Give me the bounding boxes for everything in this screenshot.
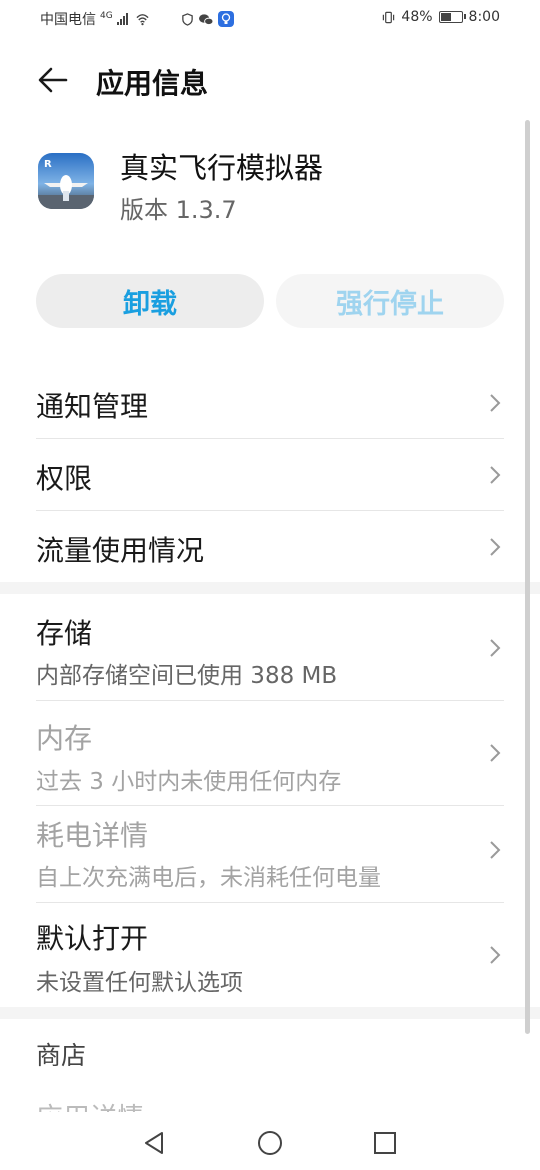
carrier-label: 中国电信	[40, 12, 96, 28]
notification-app-icon	[217, 11, 234, 27]
section-separator	[0, 1007, 540, 1019]
app-version: 版本 1.3.7	[120, 196, 237, 224]
list-item-open-by-default[interactable]: 默认打开 未设置任何默认选项	[36, 903, 504, 1007]
row-subtitle: 未设置任何默认选项	[36, 970, 243, 996]
chevron-right-icon	[490, 946, 501, 964]
row-label: 默认打开	[36, 922, 149, 955]
row-label: 耗电详情	[36, 819, 149, 852]
row-label: 权限	[36, 462, 93, 495]
shield-icon	[181, 12, 193, 26]
chevron-right-icon	[490, 744, 501, 762]
svg-text:R: R	[44, 159, 52, 170]
section-separator	[0, 582, 540, 594]
wechat-icon	[198, 13, 214, 25]
list-item-storage[interactable]: 存储 内部存储空间已使用 388 MB	[36, 596, 504, 700]
system-nav-bar	[0, 1112, 540, 1170]
row-label: 内存	[36, 722, 93, 755]
list-item-permissions[interactable]: 权限	[36, 439, 504, 511]
status-left: 中国电信 4G	[40, 9, 234, 29]
vibrate-icon	[383, 11, 395, 23]
chevron-right-icon	[490, 538, 501, 556]
uninstall-button[interactable]: 卸载	[36, 274, 264, 328]
status-right: 48% 8:00	[382, 9, 500, 25]
row-label: 通知管理	[36, 390, 149, 423]
row-label: 流量使用情况	[36, 534, 205, 567]
battery-percent: 48%	[401, 9, 433, 25]
page-title: 应用信息	[96, 67, 209, 100]
list-item-data-usage[interactable]: 流量使用情况	[36, 511, 504, 583]
status-bar: 中国电信 4G 48% 8:00	[0, 0, 540, 36]
clock: 8:00	[468, 9, 500, 25]
app-bar: 应用信息	[0, 50, 540, 110]
battery-icon	[438, 11, 466, 23]
row-label: 存储	[36, 617, 93, 650]
force-stop-button[interactable]: 强行停止	[276, 274, 504, 328]
signal-icon	[116, 13, 128, 25]
store-section-title: 商店	[36, 1041, 87, 1070]
network-type: 4G	[100, 11, 113, 21]
scrollbar[interactable]	[525, 120, 530, 1034]
back-arrow-icon[interactable]	[36, 64, 70, 96]
nav-back-icon[interactable]	[140, 1128, 170, 1158]
app-name: 真实飞行模拟器	[120, 151, 324, 185]
row-subtitle: 内部存储空间已使用 388 MB	[36, 663, 338, 689]
list-item-battery-usage[interactable]: 耗电详情 自上次充满电后，未消耗任何电量	[36, 806, 504, 902]
list-item-memory[interactable]: 内存 过去 3 小时内未使用任何内存	[36, 701, 504, 805]
app-icon: R	[38, 153, 94, 209]
wifi-icon	[136, 13, 149, 25]
row-subtitle: 自上次充满电后，未消耗任何电量	[36, 865, 381, 891]
chevron-right-icon	[490, 841, 501, 859]
chevron-right-icon	[490, 394, 501, 412]
nav-home-icon[interactable]	[255, 1128, 285, 1158]
chevron-right-icon	[490, 639, 501, 657]
list-item-notification[interactable]: 通知管理	[36, 368, 504, 438]
row-subtitle: 过去 3 小时内未使用任何内存	[36, 769, 342, 795]
nav-recent-icon[interactable]	[370, 1128, 400, 1158]
chevron-right-icon	[490, 466, 501, 484]
